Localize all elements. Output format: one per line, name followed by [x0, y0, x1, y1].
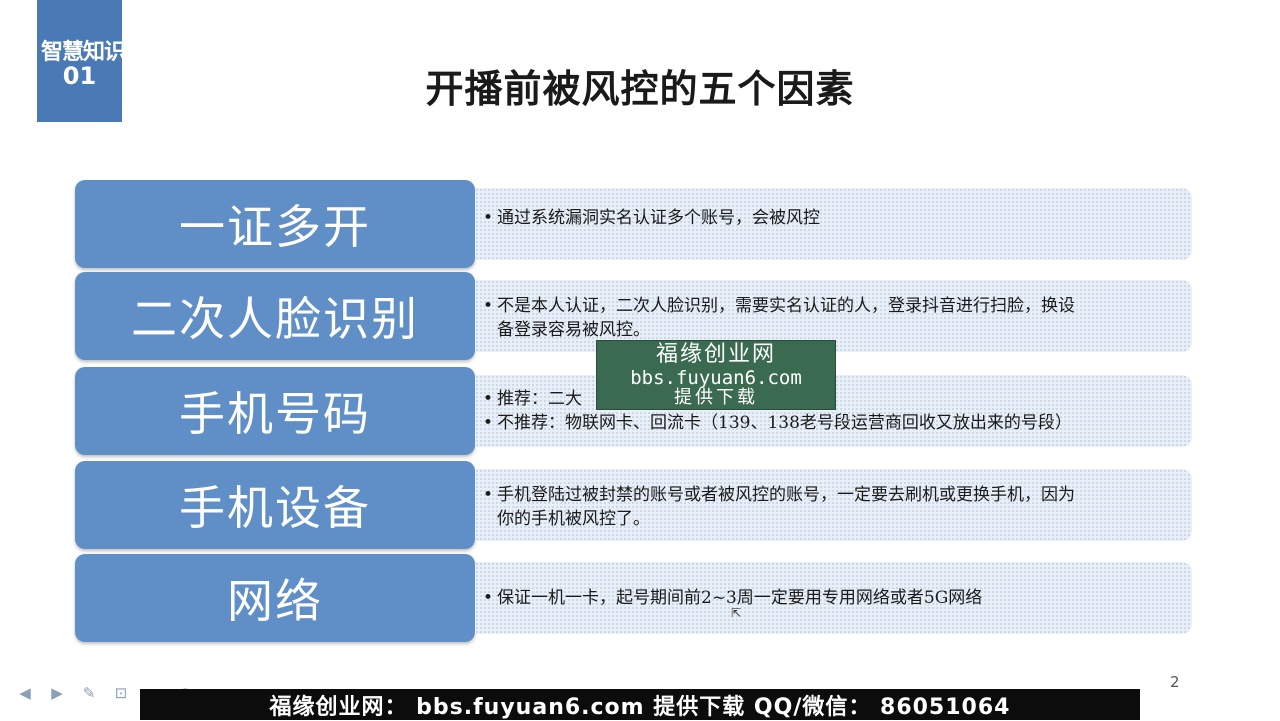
factor-description: • 通过系统漏洞实名认证多个账号，会被风控	[483, 206, 1178, 230]
factor-description-box: • 通过系统漏洞实名认证多个账号，会被风控	[475, 188, 1192, 260]
factor-row: 网络 • 保证一机一卡，起号期间前2~3周一定要用专用网络或者5G网络	[75, 554, 1192, 642]
pen-icon[interactable]: ✎	[78, 682, 100, 704]
description-line: 你的手机被风控了。	[497, 509, 650, 529]
factor-label: 一证多开	[75, 180, 475, 268]
watermark-line: 提供下载	[674, 387, 758, 408]
description-line: 不推荐：物联网卡、回流卡（139、138老号段运营商回收又放出来的号段）	[497, 413, 1072, 433]
factor-description: • 保证一机一卡，起号期间前2~3周一定要用专用网络或者5G网络	[483, 586, 1178, 610]
mouse-cursor-icon: ⇱	[731, 606, 742, 620]
description-line: 备登录容易被风控。	[497, 320, 650, 340]
prev-icon[interactable]: ◀	[14, 682, 36, 704]
factor-label: 二次人脸识别	[75, 272, 475, 360]
factor-label: 手机设备	[75, 461, 475, 549]
bullet: •	[483, 588, 494, 608]
factor-row: 一证多开 • 通过系统漏洞实名认证多个账号，会被风控	[75, 180, 1192, 268]
bullet: •	[483, 296, 494, 316]
factor-description-box: • 保证一机一卡，起号期间前2~3周一定要用专用网络或者5G网络	[475, 562, 1192, 634]
description-line: 保证一机一卡，起号期间前2~3周一定要用专用网络或者5G网络	[497, 588, 983, 608]
factor-label: 手机号码	[75, 367, 475, 455]
watermark-url: bbs.fuyuan6.com	[630, 367, 802, 389]
slide-title: 开播前被风控的五个因素	[425, 66, 855, 111]
page-number: 2	[1170, 673, 1180, 691]
description-line: 手机登陆过被封禁的账号或者被风控的账号，一定要去刷机或更换手机，因为	[497, 485, 1075, 505]
factor-description-box: • 手机登陆过被封禁的账号或者被风控的账号，一定要去刷机或更换手机，因为 你的手机…	[475, 469, 1192, 541]
watermark-line: 福缘创业网	[655, 342, 776, 367]
description-line: 不是本人认证，二次人脸识别，需要实名认证的人，登录抖音进行扫脸，换设	[497, 296, 1075, 316]
badge-number: 01	[62, 62, 97, 90]
watermark-overlay: 福缘创业网 bbs.fuyuan6.com 提供下载	[596, 340, 836, 410]
factor-description: • 不是本人认证，二次人脸识别，需要实名认证的人，登录抖音进行扫脸，换设 备登录容…	[483, 294, 1178, 342]
corner-badge: 智慧知识 01	[37, 0, 126, 122]
bullet: •	[483, 485, 494, 505]
bullet: •	[483, 389, 494, 409]
bullet: •	[483, 208, 494, 228]
bullet: •	[483, 413, 494, 433]
description-line: 推荐：二大	[497, 389, 582, 409]
description-line: 通过系统漏洞实名认证多个账号，会被风控	[497, 208, 820, 228]
factor-label: 网络	[75, 554, 475, 642]
factor-row: 手机设备 • 手机登陆过被封禁的账号或者被风控的账号，一定要去刷机或更换手机，因为…	[75, 461, 1192, 549]
factor-description: • 手机登陆过被封禁的账号或者被风控的账号，一定要去刷机或更换手机，因为 你的手机…	[483, 483, 1178, 531]
bottom-banner: 福缘创业网： bbs.fuyuan6.com 提供下载 QQ/微信： 86051…	[140, 689, 1140, 720]
next-icon[interactable]: ▶	[46, 682, 68, 704]
zoom-icon[interactable]: ⊡	[110, 682, 132, 704]
